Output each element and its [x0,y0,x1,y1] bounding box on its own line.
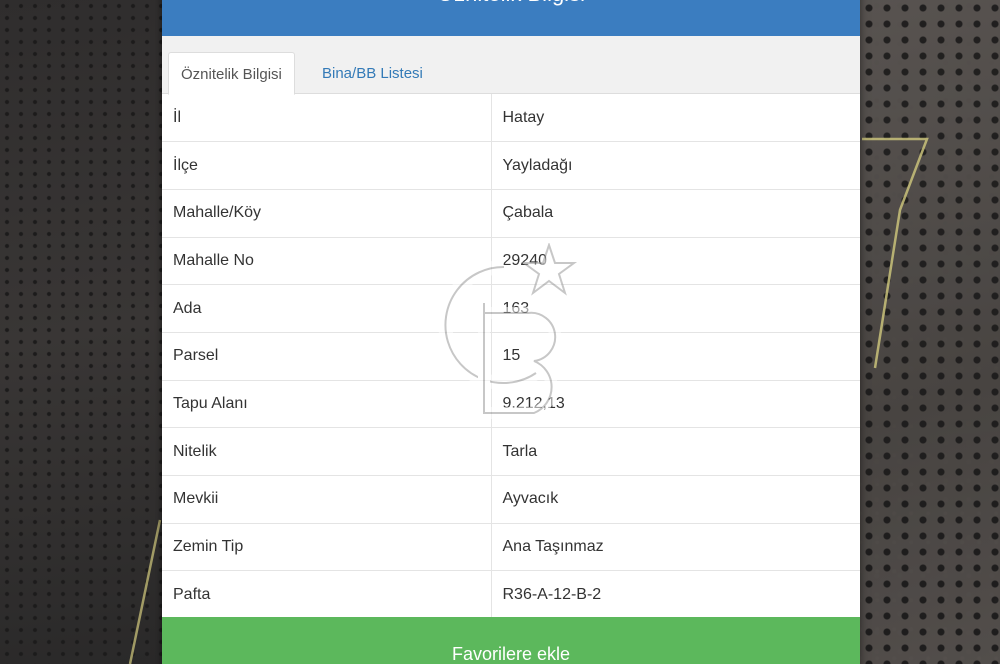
attribute-key: İlçe [162,141,492,190]
modal-header: Öznitelik Bilgisi × [162,0,860,36]
attribute-row: İlçe Yayladağı [162,141,860,190]
tab-bar: Öznitelik Bilgisi Bina/BB Listesi [162,36,860,95]
attribute-value: 163 [491,284,860,333]
map-left-area [0,0,162,664]
attribute-key: Nitelik [162,427,492,476]
attribute-row: Pafta R36-A-12-B-2 [162,570,860,619]
attribute-row: Mevkii Ayvacık [162,475,860,524]
attribute-row: Zemin Tip Ana Taşınmaz [162,522,860,571]
add-to-favorites-button[interactable]: Favorilere ekle [162,617,860,664]
attribute-key: Parsel [162,331,492,381]
attribute-value: Çabala [491,188,860,238]
map-right-area [860,0,1000,664]
tab-building-list[interactable]: Bina/BB Listesi [310,52,435,95]
attribute-value: Tarla [491,427,860,476]
attribute-row: Mahalle No 29240 [162,236,860,285]
attribute-row: Ada 163 [162,284,860,333]
attribute-value: Ana Taşınmaz [491,522,860,571]
attribute-key: Mahalle No [162,236,492,285]
attribute-key: İl [162,94,492,142]
attribute-row: İl Hatay [162,94,860,142]
attribute-key: Pafta [162,570,492,619]
attribute-key: Ada [162,284,492,333]
attribute-row: Nitelik Tarla [162,427,860,476]
tab-attribute-info[interactable]: Öznitelik Bilgisi [168,52,295,95]
close-icon[interactable]: × [830,0,842,6]
attribute-value: 15 [491,331,860,381]
attribute-value: Hatay [502,108,545,126]
attribute-row: Tapu Alanı 9.212,13 [162,379,860,428]
attribute-value: 29240 [491,236,860,285]
attribute-row: Parsel 15 [162,331,860,381]
modal-title: Öznitelik Bilgisi [162,0,860,8]
attribute-key: Mahalle/Köy [162,188,492,238]
attribute-value: R36-A-12-B-2 [491,570,860,619]
attribute-key: Mevkii [162,475,492,524]
attribute-info-modal: Öznitelik Bilgisi × Öznitelik Bilgisi Bi… [162,0,860,664]
attribute-table: İl Hatay İlçe Yayladağı Mahalle/Köy Çabala Mah… [162,94,860,619]
attribute-value: 9.212,13 [491,379,860,428]
attribute-row: Mahalle/Köy Çabala [162,188,860,238]
attribute-key: Zemin Tip [162,522,492,571]
attribute-key: Tapu Alanı [162,379,492,428]
attribute-value: Yayladağı [491,141,860,190]
attribute-value: Ayvacık [491,475,860,524]
